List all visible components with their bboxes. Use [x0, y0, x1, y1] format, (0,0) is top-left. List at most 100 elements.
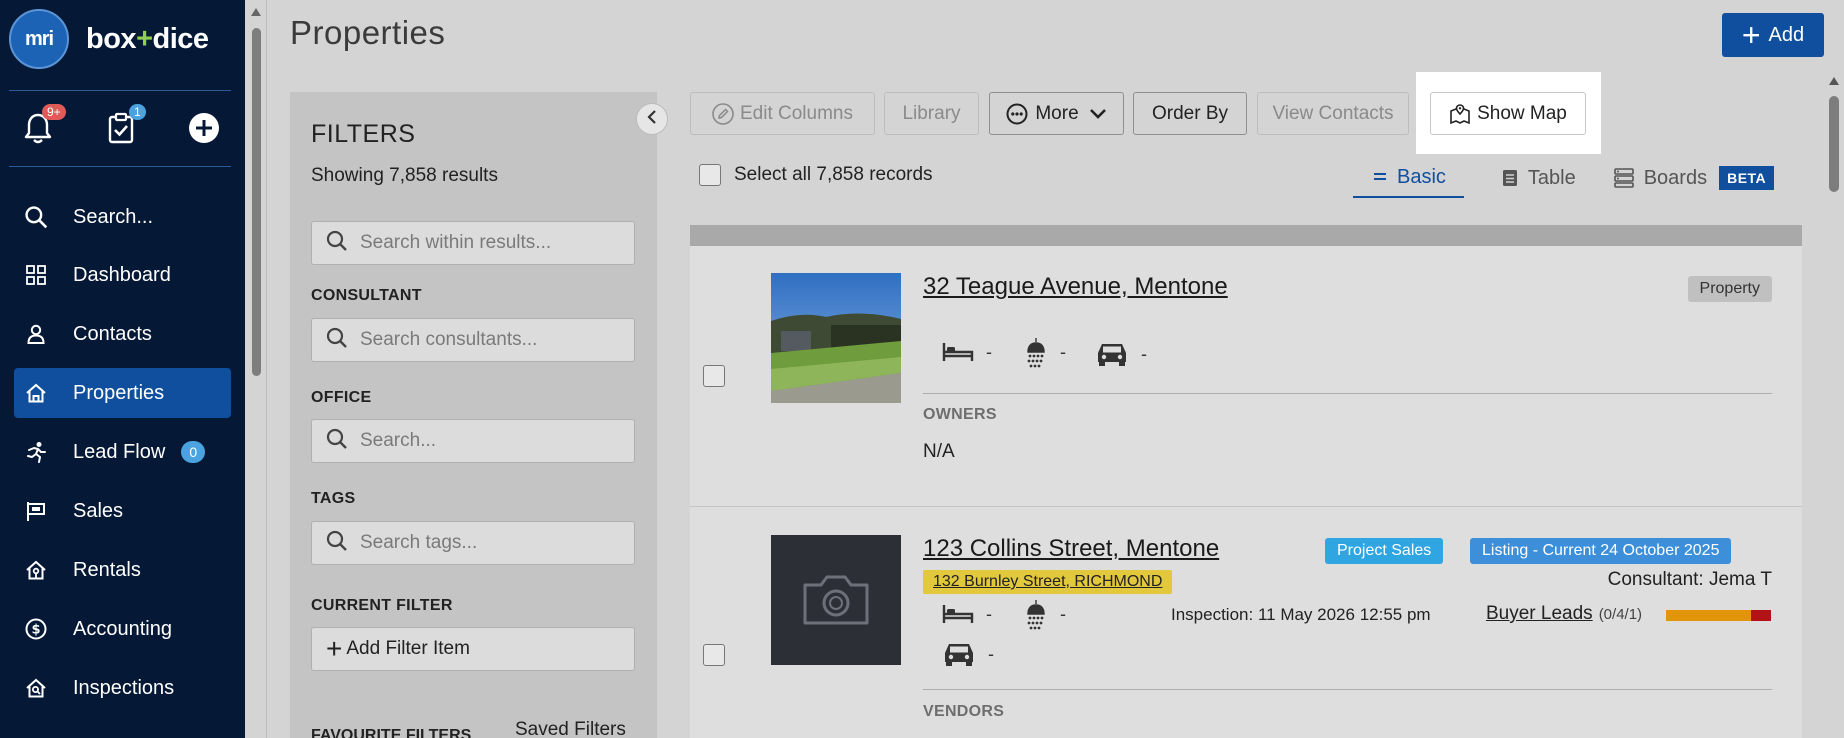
select-all-records[interactable]: Select all 7,858 records — [699, 164, 933, 186]
property-card: 32 Teague Avenue, Mentone Property - - -… — [690, 246, 1802, 506]
runner-icon — [24, 440, 48, 464]
search-icon — [24, 205, 48, 229]
nav-rentals[interactable]: Rentals — [14, 545, 231, 595]
property-address-link[interactable]: 123 Collins Street, Mentone — [923, 535, 1219, 563]
car-icon — [1095, 341, 1129, 367]
select-all-label: Select all 7,858 records — [734, 164, 933, 185]
collapse-filters-button[interactable] — [636, 103, 668, 135]
sidebar-divider — [9, 90, 231, 91]
library-button[interactable]: Library — [884, 92, 979, 135]
inspection-text: Inspection: 11 May 2026 12:55 pm — [1171, 605, 1431, 624]
brand-name-a: box — [86, 22, 137, 55]
show-map-button[interactable]: Show Map — [1430, 92, 1586, 135]
search-icon — [326, 530, 348, 557]
view-basic-label: Basic — [1397, 165, 1446, 188]
property-photo-placeholder[interactable] — [771, 535, 901, 665]
dollar-icon: $ — [24, 617, 48, 641]
results-count: Showing 7,858 results — [311, 165, 498, 186]
view-table-tab[interactable]: Table — [1464, 158, 1595, 198]
quick-actions: 9+ 1 — [0, 104, 245, 152]
shower-icon — [1022, 336, 1048, 368]
bathrooms: - — [1022, 336, 1066, 368]
main-nav: Search... Dashboard Contacts Properties … — [0, 192, 245, 722]
view-contacts-button[interactable]: View Contacts — [1257, 92, 1409, 135]
lead-flow-badge: 0 — [181, 441, 206, 463]
tasks-button[interactable]: 1 — [99, 104, 146, 152]
tags-search-input[interactable]: Search tags... — [311, 521, 635, 565]
property-card: 123 Collins Street, Mentone Project Sale… — [690, 506, 1802, 738]
nav-accounting[interactable]: $ Accounting — [14, 604, 231, 654]
add-button[interactable]: + Add — [1722, 13, 1824, 57]
consultant-text: Consultant: Jema T — [1607, 569, 1772, 590]
scroll-up-arrow[interactable] — [1829, 77, 1839, 85]
ellipsis-circle-icon — [1006, 103, 1028, 125]
mri-logo: mri — [9, 9, 69, 69]
owners-value: N/A — [923, 441, 955, 462]
bedrooms: - — [942, 341, 992, 363]
search-icon — [326, 428, 348, 455]
nav-sales-label: Sales — [73, 499, 124, 522]
bed-icon — [942, 603, 974, 625]
order-by-button[interactable]: Order By — [1133, 92, 1247, 135]
nav-sales[interactable]: Sales — [14, 486, 231, 536]
nav-search[interactable]: Search... — [14, 192, 231, 242]
property-address-link[interactable]: 32 Teague Avenue, Mentone — [923, 273, 1228, 301]
sidebar: mri box+dice 9+ 1 Search... Dashboard Co… — [0, 0, 245, 738]
library-label: Library — [902, 102, 961, 124]
shower-icon — [1022, 598, 1048, 630]
notifications-badge: 9+ — [42, 104, 66, 120]
add-button-label: Add — [1768, 23, 1805, 46]
property-type-tag: Property — [1687, 276, 1772, 302]
office-label: OFFICE — [311, 389, 372, 406]
bedrooms: - — [942, 603, 992, 625]
view-boards-label: Boards — [1643, 166, 1708, 189]
nav-dashboard[interactable]: Dashboard — [14, 250, 231, 300]
buyer-leads-link[interactable]: Buyer Leads — [1486, 603, 1593, 625]
nav-inspections[interactable]: Inspections — [14, 663, 231, 713]
nav-lead-flow[interactable]: Lead Flow 0 — [14, 427, 231, 477]
scrollbar-thumb[interactable] — [1829, 96, 1839, 192]
sign-icon — [24, 499, 48, 523]
add-filter-item-label: Add Filter Item — [346, 638, 470, 659]
nav-properties[interactable]: Properties — [14, 368, 231, 418]
bathrooms-value: - — [1060, 603, 1066, 624]
nav-contacts[interactable]: Contacts — [14, 309, 231, 359]
saved-filters-link[interactable]: Saved Filters — [515, 719, 626, 738]
search-within-results-input[interactable]: Search within results... — [311, 221, 635, 265]
scroll-up-arrow[interactable] — [251, 8, 261, 16]
view-boards-tab[interactable]: Boards BETA — [1595, 158, 1775, 198]
select-all-checkbox[interactable] — [699, 164, 721, 186]
plus-circle-icon — [188, 112, 220, 149]
tags-search-placeholder: Search tags... — [360, 532, 478, 553]
list-icon — [1373, 172, 1387, 182]
office-search-input[interactable]: Search... — [311, 419, 635, 463]
plus-icon: + — [1741, 17, 1761, 53]
vendors-label: VENDORS — [923, 703, 1005, 720]
order-by-label: Order By — [1151, 102, 1229, 124]
view-basic-tab[interactable]: Basic — [1353, 158, 1464, 198]
quick-add-button[interactable] — [182, 108, 226, 152]
consultant-search-input[interactable]: Search consultants... — [311, 318, 635, 362]
more-label: More — [1035, 102, 1079, 124]
nav-contacts-label: Contacts — [73, 322, 152, 345]
consultant-search-placeholder: Search consultants... — [360, 329, 538, 350]
list-header-bar — [690, 225, 1802, 246]
svg-text:$: $ — [31, 623, 40, 638]
property-photo[interactable] — [771, 273, 901, 403]
scrollbar-thumb[interactable] — [252, 28, 261, 376]
property-select-checkbox[interactable] — [703, 365, 725, 387]
property-select-checkbox[interactable] — [703, 644, 725, 666]
add-filter-item-button[interactable]: + Add Filter Item — [311, 627, 635, 671]
search-within-results-placeholder: Search within results... — [360, 232, 552, 253]
content-scrollbar[interactable] — [1824, 72, 1844, 738]
sidebar-scrollbar[interactable] — [245, 0, 267, 738]
show-map-label: Show Map — [1477, 102, 1567, 124]
brand[interactable]: mri box+dice — [9, 9, 209, 69]
brand-name-b: dice — [152, 22, 210, 55]
linked-property-chip[interactable]: 132 Burnley Street, RICHMOND — [923, 570, 1173, 594]
more-dropdown[interactable]: More — [989, 92, 1124, 135]
notifications-button[interactable]: 9+ — [16, 104, 66, 152]
plus-icon: + — [326, 633, 343, 664]
car-icon — [942, 641, 976, 667]
edit-columns-button[interactable]: Edit Columns — [690, 92, 875, 135]
